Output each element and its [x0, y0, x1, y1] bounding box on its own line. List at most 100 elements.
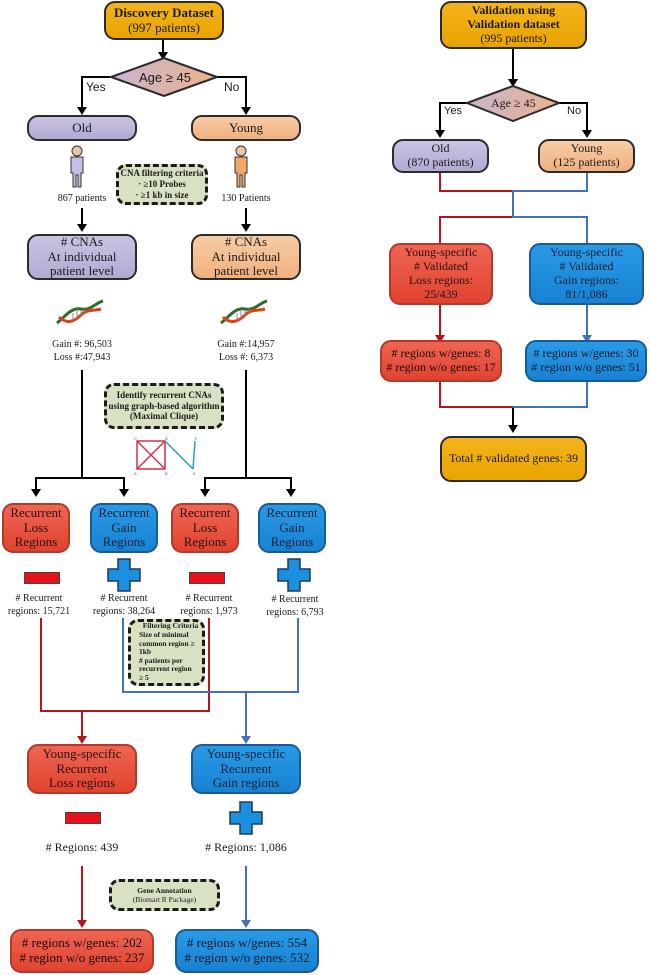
count-line: # Recurrent — [15, 593, 63, 604]
box-line: 81/1,086 — [565, 286, 608, 301]
young-specific-loss-box: Young-specific Recurrent Loss regions — [27, 744, 137, 794]
young-patient-count: 130 Patients — [221, 193, 271, 204]
cna-box-line: patient level — [214, 263, 278, 279]
old-cnas-box: # CNAs At individual patient level — [27, 234, 137, 280]
box-line: Gain regions: — [554, 273, 619, 287]
cna-filtering-criteria-note: CNA filtering criteria · ≥10 Probes · ≥1… — [116, 164, 208, 205]
young-gain-count: Gain #:14,957 — [217, 339, 275, 350]
validation-old-label: Old — [431, 141, 450, 156]
loss-gene-counts-box: # regions w/genes: 202 # region w/o gene… — [10, 929, 154, 973]
validated-gain-without-genes: # region w/o genes: 51 — [531, 360, 641, 374]
annotation-note-title: Gene Annotation — [137, 886, 192, 895]
count-line: regions: 15,721 — [7, 605, 71, 617]
box-line: 25/439 — [424, 286, 458, 301]
cna-box-line: At individual — [211, 248, 281, 264]
validation-patient-count: (995 patients) — [480, 30, 547, 45]
maximal-clique-graph-icon: C D A B F E — [134, 436, 198, 476]
gene-annotation-note: Gene Annotation (Biomart R Package) — [109, 879, 220, 911]
box-line: Recurrent — [220, 760, 272, 776]
clique-node-label: F — [195, 436, 198, 441]
filtering-criteria-note: Filtering Criteria Size of minimal commo… — [128, 619, 205, 686]
box-line: # Validated — [413, 259, 469, 274]
box-line: Recurrent — [56, 760, 108, 776]
ys-gain-region-count: # Regions: 1,086 — [205, 840, 287, 854]
gain-regions-with-genes: # regions w/genes: 554 — [186, 935, 308, 951]
ys-gain-plus-icon — [229, 801, 263, 835]
validation-old-count: (870 patients) — [407, 155, 474, 169]
clique-node-label: E — [193, 471, 196, 476]
cna-filter-probes: · ≥10 Probes — [138, 179, 186, 190]
box-line: Loss regions: — [408, 273, 474, 287]
old-group-box: Old — [27, 115, 137, 141]
old-person-icon — [70, 145, 84, 188]
discovery-patient-count: (997 patients) — [128, 19, 200, 35]
validated-loss-with-genes: # regions w/genes: 8 — [391, 346, 491, 361]
ys-loss-minus-icon — [65, 812, 101, 824]
old-gain-recurrent-count: # Recurrent regions: 38,264 — [85, 593, 163, 618]
validation-dataset-box: Validation using Validation dataset (995… — [440, 1, 587, 49]
validation-young-label: Young — [570, 141, 603, 156]
young-gain-recurrent-count: # Recurrent regions: 6,793 — [256, 594, 334, 619]
total-validated-genes: Total # validated genes: 39 — [448, 451, 579, 466]
box-line: Loss regions — [48, 775, 116, 791]
young-loss-minus-icon — [189, 572, 225, 584]
clique-node-label: A — [134, 471, 137, 476]
box-line: Gain — [279, 519, 305, 535]
old-label: Old — [72, 119, 92, 135]
total-validated-genes-box: Total # validated genes: 39 — [440, 436, 587, 482]
count-line: # Recurrent — [100, 593, 148, 604]
recurrent-cna-algorithm-note: Identify recurrent CNAs using graph-base… — [104, 383, 224, 429]
box-line: Young-specific — [550, 245, 623, 260]
box-line: Regions — [270, 534, 314, 550]
young-dna-icon — [220, 299, 268, 325]
young-recurrent-gain-box: Recurrent Gain Regions — [258, 503, 326, 553]
gain-gene-counts-box: # regions w/genes: 554 # region w/o gene… — [175, 929, 319, 973]
count-line: regions: 38,264 — [92, 605, 156, 617]
validation-young-count: (125 patients) — [553, 155, 620, 169]
old-loss-count: Loss #:47,943 — [53, 351, 111, 363]
box-line: Loss — [23, 519, 49, 535]
young-cna-counts: Gain #:14,957 Loss #: 6,373 — [201, 339, 291, 364]
validation-no-label: No — [567, 105, 582, 117]
validation-title-line: Validation using — [471, 3, 556, 18]
box-line: Young-specific — [404, 245, 478, 260]
validation-age-decision-label: Age ≥ 45 — [491, 96, 536, 110]
box-line: Young-specific — [206, 745, 286, 761]
algorithm-note-line: using graph-based algorithm — [108, 400, 220, 411]
box-line: Gain regions — [212, 775, 280, 791]
discovery-dataset-box: Discovery Dataset (997 patients) — [104, 1, 224, 40]
gain-regions-without-genes: # region w/o genes: 532 — [184, 950, 310, 965]
box-line: Young-specific — [42, 745, 122, 761]
validation-young-box: Young (125 patients) — [538, 139, 635, 173]
no-label: No — [224, 80, 240, 94]
box-line: Recurrent — [266, 504, 318, 520]
cna-box-line: patient level — [50, 263, 114, 279]
box-line: Regions — [14, 534, 58, 550]
young-label: Young — [228, 119, 264, 135]
box-line: Recurrent — [10, 504, 62, 520]
young-person-icon — [234, 145, 248, 188]
old-recurrent-gain-box: Recurrent Gain Regions — [90, 503, 158, 553]
age-decision-label: Age ≥ 45 — [139, 70, 191, 85]
validated-gain-with-genes: # regions w/genes: 30 — [533, 346, 639, 361]
old-dna-icon — [56, 299, 104, 325]
validated-gain-gene-counts-box: # regions w/genes: 30 # region w/o genes… — [525, 340, 647, 382]
clique-node-label: D — [165, 436, 168, 441]
cna-box-line: # CNAs — [60, 233, 104, 249]
old-loss-recurrent-count: # Recurrent regions: 15,721 — [0, 593, 78, 618]
validated-loss-gene-counts-box: # regions w/genes: 8 # region w/o genes:… — [380, 340, 502, 382]
cna-box-line: # CNAs — [224, 233, 268, 249]
validation-yes-label: Yes — [444, 105, 462, 117]
old-gain-plus-icon — [107, 558, 141, 592]
algorithm-note-line: Identify recurrent CNAs — [116, 389, 212, 400]
clique-node-label: B — [165, 471, 168, 476]
old-cna-counts: Gain #: 96,503 Loss #:47,943 — [37, 339, 127, 364]
box-line: Recurrent — [98, 504, 150, 520]
young-group-box: Young — [191, 115, 301, 141]
box-line: Gain — [111, 519, 137, 535]
young-loss-count: Loss #: 6,373 — [218, 351, 274, 363]
validated-loss-regions-box: Young-specific # Validated Loss regions:… — [389, 243, 493, 305]
box-line: Recurrent — [179, 504, 231, 520]
algorithm-note-line: (Maximal Clique) — [129, 411, 199, 422]
discovery-title: Discovery Dataset — [114, 4, 214, 20]
